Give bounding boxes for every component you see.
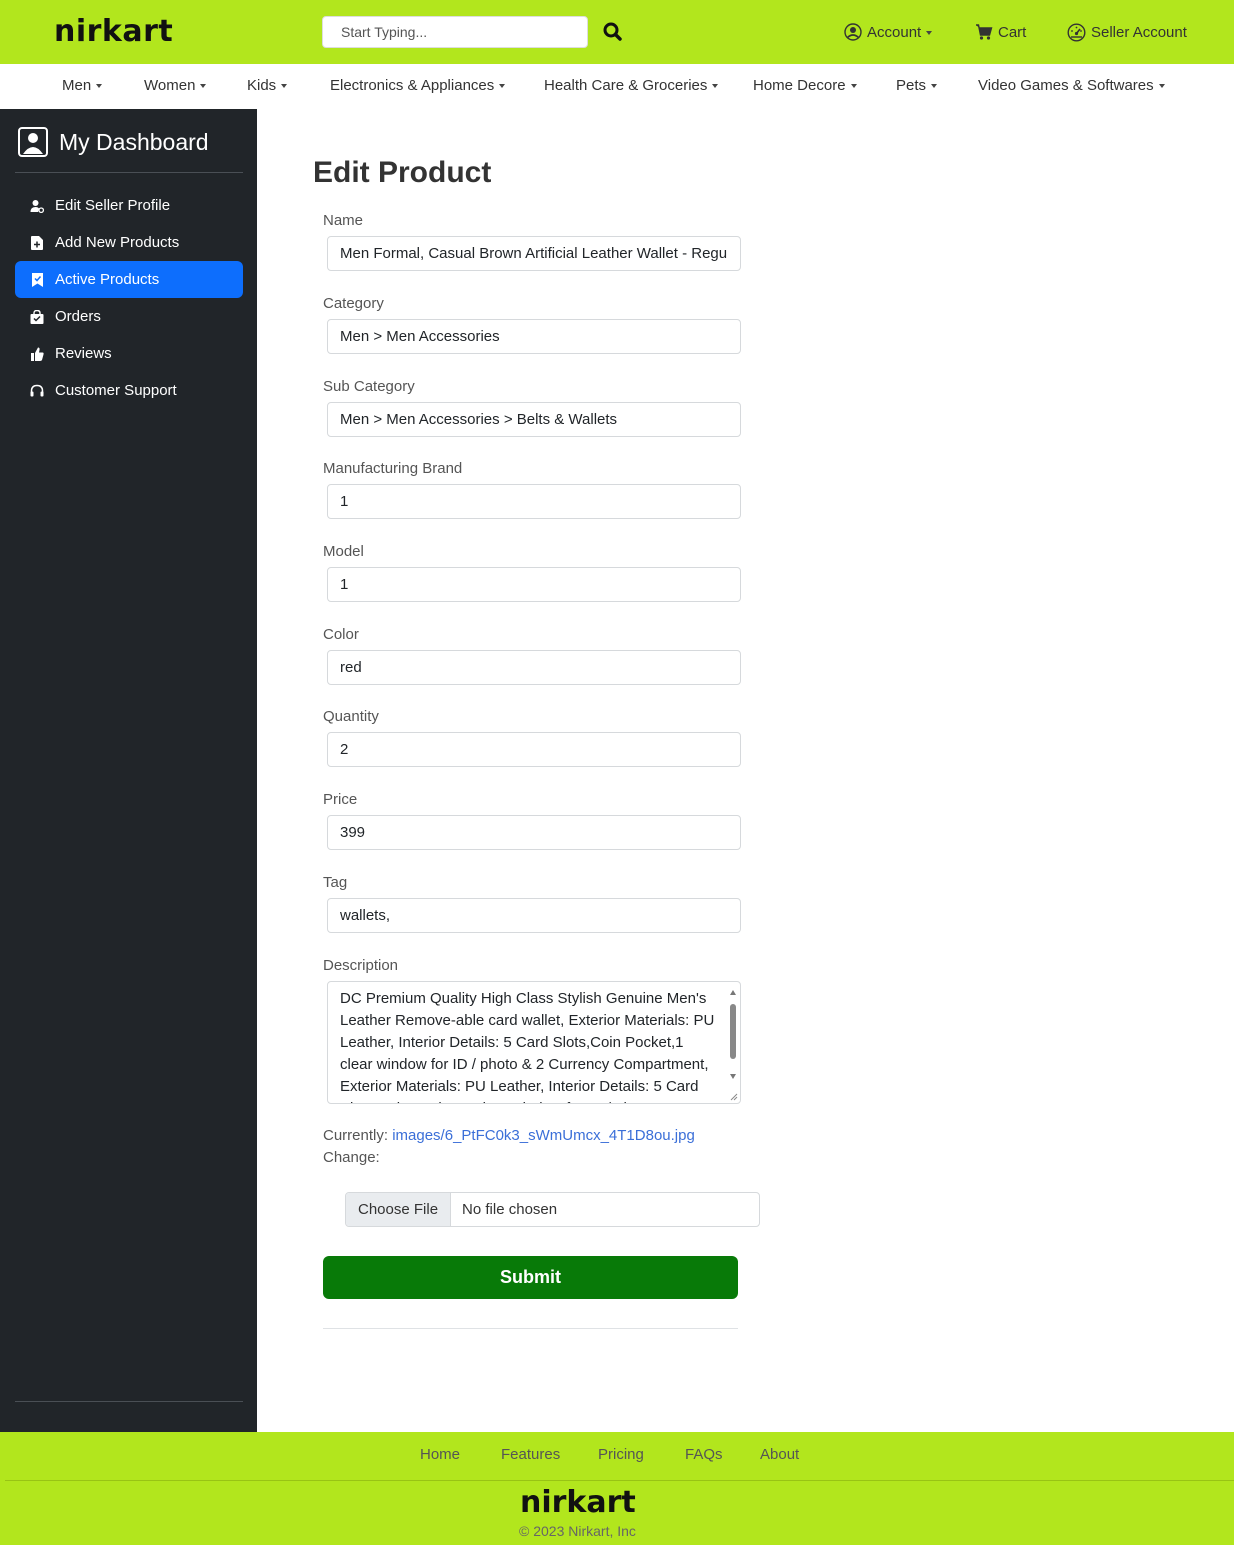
- category-field[interactable]: [327, 319, 741, 354]
- sidebar-item-add-new-products[interactable]: Add New Products: [15, 224, 243, 261]
- choose-file-button[interactable]: Choose File: [346, 1193, 452, 1226]
- footer-link-pricing[interactable]: Pricing: [598, 1446, 644, 1463]
- image-file-input[interactable]: Choose File No file chosen: [345, 1192, 760, 1227]
- chevron-down-icon: [96, 84, 103, 88]
- speedometer-icon: [1067, 22, 1086, 42]
- sub-category-field[interactable]: [327, 402, 741, 437]
- sidebar-item-reviews[interactable]: Reviews: [15, 335, 243, 372]
- sidebar-item-active-products[interactable]: Active Products: [15, 261, 243, 298]
- scroll-up-arrow-icon[interactable]: [730, 990, 736, 995]
- description-text: DC Premium Quality High Class Stylish Ge…: [340, 990, 715, 1103]
- price-label: Price: [323, 791, 358, 808]
- scrollbar-thumb[interactable]: [730, 1004, 736, 1059]
- account-menu[interactable]: Account: [844, 20, 933, 44]
- description-textarea[interactable]: DC Premium Quality High Class Stylish Ge…: [327, 981, 741, 1104]
- quantity-field[interactable]: [327, 732, 741, 767]
- model-label: Model: [323, 543, 364, 560]
- nav-men[interactable]: Men: [62, 77, 103, 94]
- footer-link-faqs[interactable]: FAQs: [685, 1446, 723, 1463]
- current-image-line: Currently: images/6_PtFC0k3_sWmUmcx_4T1D…: [323, 1127, 695, 1144]
- user-circle-icon: [844, 23, 862, 41]
- footer-link-home[interactable]: Home: [420, 1446, 460, 1463]
- chevron-down-icon: [200, 84, 207, 88]
- chevron-down-icon: [850, 84, 857, 88]
- file-status-text: No file chosen: [462, 1201, 558, 1218]
- bookmark-check-icon: [30, 272, 44, 287]
- footer-link-features[interactable]: Features: [501, 1446, 560, 1463]
- model-field[interactable]: [327, 567, 741, 602]
- currently-label: Currently:: [323, 1127, 389, 1144]
- seller-account-label: Seller Account: [1091, 23, 1187, 41]
- category-nav: Men Women Kids Electronics & Appliances …: [0, 64, 1234, 109]
- seller-account-link[interactable]: Seller Account: [1067, 20, 1187, 44]
- search-input[interactable]: [322, 16, 588, 48]
- thumbs-up-icon: [30, 347, 44, 361]
- tag-field[interactable]: [327, 898, 741, 933]
- file-plus-icon: [30, 235, 44, 250]
- chevron-down-icon: [499, 84, 506, 88]
- sidebar-item-edit-seller-profile[interactable]: Edit Seller Profile: [15, 187, 243, 224]
- chevron-down-icon: [712, 84, 719, 88]
- page-title: Edit Product: [313, 156, 492, 189]
- name-label: Name: [323, 212, 364, 229]
- manufacturing-brand-field[interactable]: [327, 484, 741, 519]
- footer: Home Features Pricing FAQs About nirkart…: [0, 1432, 1234, 1545]
- footer-divider: [5, 1480, 1234, 1481]
- person-square-icon: [18, 127, 48, 157]
- top-header: nirkart Account Cart Seller Account: [0, 0, 1234, 64]
- nav-video-games[interactable]: Video Games & Softwares: [978, 77, 1165, 94]
- user-gear-icon: [30, 199, 44, 213]
- cart-label: Cart: [998, 23, 1027, 41]
- manufacturing-brand-label: Manufacturing Brand: [323, 460, 463, 477]
- scroll-down-arrow-icon[interactable]: [730, 1074, 736, 1079]
- bag-check-icon: [30, 309, 44, 324]
- category-label: Category: [323, 295, 384, 312]
- dashboard-title: My Dashboard: [18, 126, 209, 158]
- copyright-text: © 2023 Nirkart, Inc: [519, 1523, 636, 1539]
- color-field[interactable]: [327, 650, 741, 685]
- search-icon[interactable]: [600, 19, 626, 45]
- cart-link[interactable]: Cart: [975, 20, 1026, 44]
- price-field[interactable]: [327, 815, 741, 850]
- resize-grip-icon[interactable]: [730, 1093, 738, 1101]
- nav-kids[interactable]: Kids: [247, 77, 288, 94]
- nav-home-decore[interactable]: Home Decore: [753, 77, 857, 94]
- description-scrollbar[interactable]: [726, 982, 740, 1103]
- footer-logo[interactable]: nirkart: [520, 1485, 636, 1521]
- chevron-down-icon: [931, 84, 938, 88]
- submit-button[interactable]: Submit: [323, 1256, 738, 1299]
- nav-electronics[interactable]: Electronics & Appliances: [330, 77, 506, 94]
- nav-pets[interactable]: Pets: [896, 77, 938, 94]
- sub-category-label: Sub Category: [323, 378, 415, 395]
- brand-logo[interactable]: nirkart: [54, 14, 173, 50]
- footer-link-about[interactable]: About: [760, 1446, 799, 1463]
- chevron-down-icon: [281, 84, 288, 88]
- tag-label: Tag: [323, 874, 348, 891]
- description-label: Description: [323, 957, 399, 974]
- quantity-label: Quantity: [323, 708, 379, 725]
- name-field[interactable]: [327, 236, 741, 271]
- color-label: Color: [323, 626, 359, 643]
- cart-icon: [976, 24, 993, 40]
- sidebar-item-customer-support[interactable]: Customer Support: [15, 372, 243, 409]
- chevron-down-icon: [926, 30, 933, 35]
- current-image-link[interactable]: images/6_PtFC0k3_sWmUmcx_4T1D8ou.jpg: [392, 1127, 695, 1144]
- change-label: Change:: [323, 1149, 380, 1166]
- account-label: Account: [867, 23, 922, 41]
- nav-health-care[interactable]: Health Care & Groceries: [544, 77, 719, 94]
- dashboard-sidebar: My Dashboard Edit Seller Profile Add New…: [0, 109, 257, 1432]
- nav-women[interactable]: Women: [144, 77, 207, 94]
- form-divider: [323, 1328, 738, 1329]
- sidebar-divider: [15, 172, 243, 173]
- sidebar-item-orders[interactable]: Orders: [15, 298, 243, 335]
- chevron-down-icon: [1158, 84, 1165, 88]
- sidebar-bottom-divider: [15, 1401, 243, 1402]
- headset-icon: [30, 384, 44, 398]
